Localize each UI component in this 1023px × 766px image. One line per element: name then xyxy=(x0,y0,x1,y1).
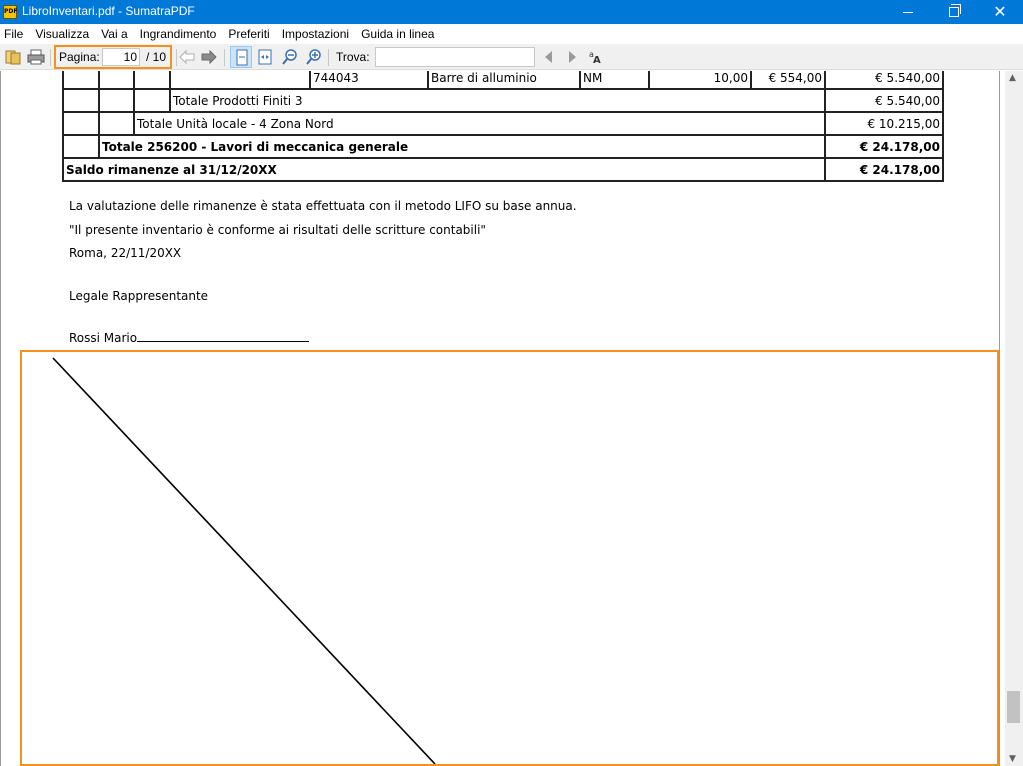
restore-icon xyxy=(949,4,961,17)
menu-bar: File Visualizza Vai a Ingrandimento Pref… xyxy=(0,24,1023,44)
maximize-button[interactable] xyxy=(931,0,977,24)
print-icon[interactable] xyxy=(27,48,45,66)
item-price: € 554,00 xyxy=(750,71,826,90)
scrollbar-thumb[interactable] xyxy=(1007,691,1020,723)
page-label: Pagina: xyxy=(59,50,100,64)
next-page-icon[interactable] xyxy=(200,48,218,66)
open-folder-icon[interactable] xyxy=(4,48,22,66)
find-previous-icon[interactable] xyxy=(540,48,558,66)
item-total: € 5.540,00 xyxy=(824,71,944,90)
table-row: Saldo rimanenze al 31/12/20XX € 24.178,0… xyxy=(62,157,944,182)
menu-goto[interactable]: Vai a xyxy=(95,27,133,41)
svg-text:A: A xyxy=(593,55,601,66)
toolbar-separator xyxy=(176,49,177,66)
menu-settings[interactable]: Impostazioni xyxy=(276,27,355,41)
signature-line: Rossi Mario xyxy=(69,331,310,345)
title-bar: PDF LibroInventari.pdf - SumatraPDF ✕ xyxy=(0,0,1023,24)
sumatra-app-icon: PDF xyxy=(3,5,17,19)
menu-help[interactable]: Guida in linea xyxy=(355,27,440,41)
table-row: Totale Prodotti Finiti 3 € 5.540,00 xyxy=(62,88,944,113)
vertical-scrollbar[interactable]: ▲ ▼ xyxy=(1005,71,1023,766)
inventory-table: 744043 Barre di alluminio NM 10,00 € 554… xyxy=(62,71,944,182)
blank-area-highlight xyxy=(20,350,999,766)
menu-favorites[interactable]: Preferiti xyxy=(222,27,275,41)
diagonal-cancel-line xyxy=(52,357,436,764)
fit-page-icon xyxy=(236,49,248,66)
close-button[interactable]: ✕ xyxy=(977,0,1023,24)
scroll-up-icon[interactable]: ▲ xyxy=(1009,73,1016,83)
item-description: Barre di alluminio xyxy=(427,71,581,90)
page-number-input[interactable] xyxy=(102,48,140,66)
signature-underline xyxy=(137,331,310,342)
fit-page-button[interactable] xyxy=(230,46,252,68)
total-label: Totale 256200 - Lavori di meccanica gene… xyxy=(98,134,826,159)
previous-page-icon[interactable] xyxy=(178,48,196,66)
subtotal-value: € 5.540,00 xyxy=(824,88,944,113)
conformity-statement: "Il presente inventario è conforme ai ri… xyxy=(69,223,486,237)
menu-file[interactable]: File xyxy=(0,27,29,41)
total-value: € 24.178,00 xyxy=(824,134,944,159)
subtotal-value: € 10.215,00 xyxy=(824,111,944,136)
valuation-note: La valutazione delle rimanenze è stata e… xyxy=(69,199,577,213)
toolbar-separator xyxy=(224,49,225,66)
place-date: Roma, 22/11/20XX xyxy=(69,246,182,260)
find-next-icon[interactable] xyxy=(563,48,581,66)
balance-label: Saldo rimanenze al 31/12/20XX xyxy=(62,157,826,182)
find-label: Trova: xyxy=(336,50,370,64)
signatory-name: Rossi Mario xyxy=(69,331,138,345)
zoom-in-icon[interactable] xyxy=(305,48,323,66)
table-row: Totale 256200 - Lavori di meccanica gene… xyxy=(62,134,944,159)
find-input[interactable] xyxy=(375,47,535,67)
window-title: LibroInventari.pdf - SumatraPDF xyxy=(22,4,195,18)
page-right-edge xyxy=(999,71,1000,766)
page-left-edge xyxy=(0,71,1,766)
item-quantity: 10,00 xyxy=(648,71,752,90)
table-row: Totale Unità locale - 4 Zona Nord € 10.2… xyxy=(62,111,944,136)
menu-view[interactable]: Visualizza xyxy=(29,27,95,41)
zoom-out-icon[interactable] xyxy=(281,48,299,66)
item-code: 744043 xyxy=(309,71,429,90)
match-case-icon[interactable]: a A xyxy=(587,48,605,66)
legal-representative-label: Legale Rappresentante xyxy=(69,289,209,303)
subtotal-label: Totale Unità locale - 4 Zona Nord xyxy=(133,111,826,136)
toolbar-separator xyxy=(50,49,51,66)
minimize-icon xyxy=(903,11,913,13)
document-view[interactable]: 744043 Barre di alluminio NM 10,00 € 554… xyxy=(0,71,1005,766)
close-icon: ✕ xyxy=(993,2,1007,21)
item-unit: NM xyxy=(579,71,650,90)
menu-zoom[interactable]: Ingrandimento xyxy=(134,27,223,41)
scroll-down-icon[interactable]: ▼ xyxy=(1009,754,1016,764)
fit-width-icon[interactable] xyxy=(256,48,274,66)
minimize-button[interactable] xyxy=(885,0,931,24)
balance-value: € 24.178,00 xyxy=(824,157,944,182)
page-total: / 10 xyxy=(146,50,167,64)
table-row: 744043 Barre di alluminio NM 10,00 € 554… xyxy=(62,71,944,90)
subtotal-label: Totale Prodotti Finiti 3 xyxy=(169,88,826,113)
toolbar-separator xyxy=(328,49,329,66)
